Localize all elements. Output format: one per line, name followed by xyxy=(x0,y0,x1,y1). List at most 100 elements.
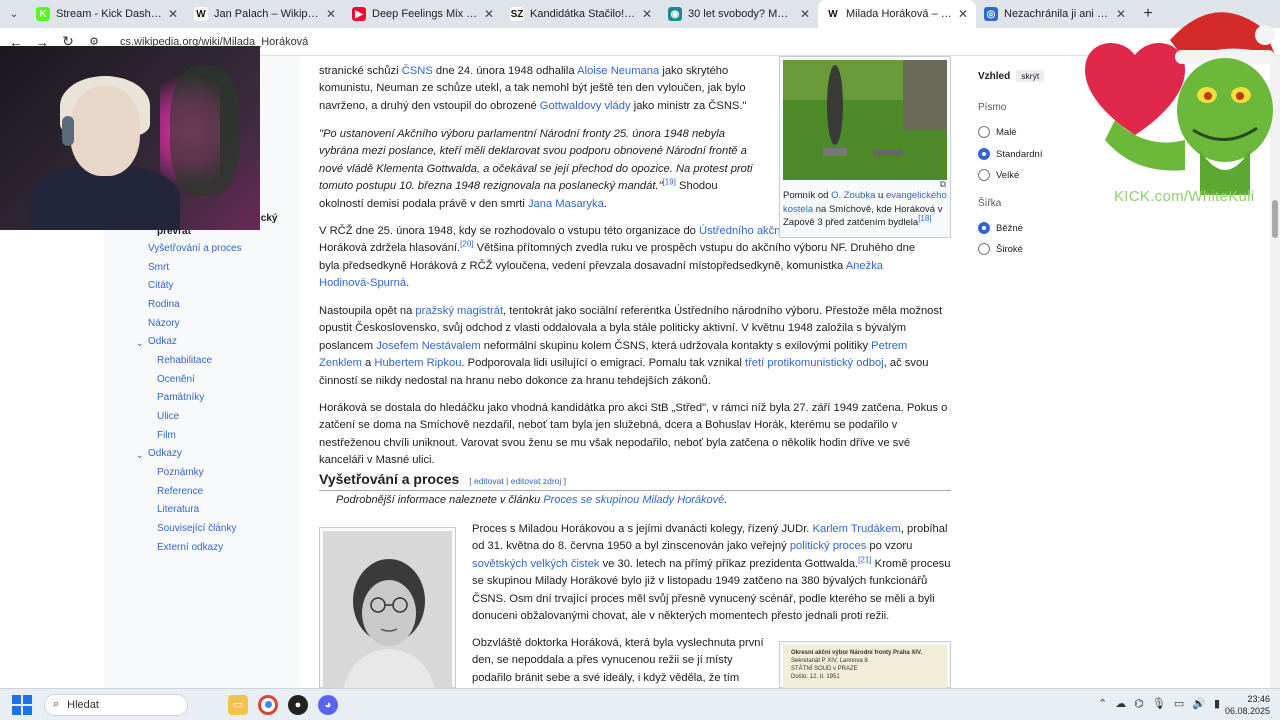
reference-link[interactable]: [21] xyxy=(858,555,871,564)
link[interactable]: třetí protikomunistický odboj xyxy=(745,357,884,369)
browser-tab[interactable]: SZ Kandidátka Stačilo! historický ✕ xyxy=(502,0,660,28)
toc-item[interactable]: Odkazy xyxy=(148,448,182,459)
volume-icon[interactable]: 🔊 xyxy=(1192,697,1206,710)
search-icon: ⌕ xyxy=(53,698,60,710)
battery-icon[interactable]: ▮ xyxy=(1214,697,1220,710)
toc-item[interactable]: Ulice xyxy=(157,411,179,422)
radio-button[interactable] xyxy=(978,148,990,160)
edit-link[interactable]: editovat xyxy=(474,476,504,486)
browser-tab[interactable]: ◉ 30 let svobody? Máme na víc? ✕ xyxy=(660,0,818,28)
link[interactable]: Hubertem Ripkou xyxy=(374,357,461,369)
toc-item[interactable]: Externí odkazy xyxy=(157,542,223,553)
monument-thumbnail[interactable]: Pomník od O. Zoubka u evangelického kost… xyxy=(779,56,951,238)
link[interactable]: Josefem Nestávalem xyxy=(376,340,480,352)
width-option[interactable]: Běžné xyxy=(978,222,1023,234)
font-size-option[interactable]: Malé xyxy=(978,126,1017,138)
chevron-down-icon[interactable]: ⌄ xyxy=(136,450,144,461)
radio-button[interactable] xyxy=(978,169,990,181)
close-tab-icon[interactable]: ✕ xyxy=(168,7,178,21)
obs-icon[interactable]: ● xyxy=(288,694,308,715)
radio-button[interactable] xyxy=(978,222,990,234)
monitor-icon[interactable]: ▭ xyxy=(1174,697,1184,710)
discord-icon[interactable]: ◕ xyxy=(318,694,338,715)
site-icon: ◉ xyxy=(668,7,682,21)
radio-button[interactable] xyxy=(978,243,990,255)
close-tab-icon[interactable]: ✕ xyxy=(800,7,810,21)
document-thumbnail[interactable]: Okresní akční výbor Národní fronty Praha… xyxy=(779,641,951,689)
hide-button[interactable]: skrýt xyxy=(1016,70,1045,82)
reference-link[interactable]: [19] xyxy=(663,177,676,186)
toc-item[interactable]: Památníky xyxy=(157,392,204,403)
toc-item[interactable]: Smrt xyxy=(148,262,169,273)
reference-link[interactable]: [20] xyxy=(460,240,473,249)
toc-item[interactable]: Související články xyxy=(157,523,236,534)
microphone-icon[interactable]: 🎙 xyxy=(1152,697,1166,710)
font-size-option[interactable]: Standardní xyxy=(978,148,1042,160)
toc-item[interactable]: Citáty xyxy=(148,280,174,291)
link[interactable]: ČSNS xyxy=(402,65,433,77)
close-tab-icon[interactable]: ✕ xyxy=(958,7,968,21)
toc-item[interactable]: Poznámky xyxy=(157,467,204,478)
toc-item[interactable]: Ocenění xyxy=(157,374,195,385)
width-label: Šířka xyxy=(978,198,1002,209)
browser-tab[interactable]: ▶ Deep Feelings Mix [2025] – ✕ xyxy=(344,0,502,28)
monument-photo xyxy=(783,60,947,180)
document-image: Okresní akční výbor Národní fronty Praha… xyxy=(783,645,947,689)
link[interactable]: politický proces xyxy=(790,540,866,552)
kick-url-overlay: KICK.com/WhiteKuli xyxy=(1114,188,1255,205)
hatnote: Podrobnější informace naleznete v článku… xyxy=(336,494,728,506)
close-tab-icon[interactable]: ✕ xyxy=(484,7,494,21)
link[interactable]: sovětských velkých čistek xyxy=(472,558,599,570)
toc-item[interactable]: Film xyxy=(157,430,176,441)
browser-tab[interactable]: W Jan Palach – Wikipedie ✕ xyxy=(186,0,344,28)
link[interactable]: Aloise Neumana xyxy=(577,65,659,77)
link[interactable]: pražský magistrát xyxy=(415,305,503,317)
chevron-up-icon[interactable]: ⌃ xyxy=(1098,697,1107,710)
toc-item[interactable]: Literatura xyxy=(157,504,199,515)
tab-search-chevron-icon[interactable]: ⌄ xyxy=(0,0,28,28)
paragraph: "Po ustanovení Akčního výboru parlamentn… xyxy=(319,128,753,210)
toc-item[interactable]: Názory xyxy=(148,318,180,329)
system-clock[interactable]: 23:46 06.08.2025 xyxy=(1225,693,1270,717)
paragraph: Horáková se dostala do hledáčku jako vho… xyxy=(319,402,948,467)
font-size-label: Písmo xyxy=(978,102,1007,113)
cloud-icon[interactable]: ☁ xyxy=(1115,697,1126,710)
radio-button[interactable] xyxy=(978,126,990,138)
edit-source-link[interactable]: editovat zdroj xyxy=(511,476,562,486)
browser-tab[interactable]: K Stream - Kick Dashboard ✕ xyxy=(28,0,186,28)
taskbar-search[interactable]: ⌕ Hledat xyxy=(44,693,188,716)
tab-title: Kandidátka Stačilo! historický xyxy=(530,8,636,20)
toc-item[interactable]: Vyšetřování a proces xyxy=(148,243,242,254)
link[interactable]: Jana Masaryka xyxy=(528,198,604,210)
file-explorer-icon[interactable]: ▭ xyxy=(228,694,248,715)
main-article-link[interactable]: Proces se skupinou Milady Horákové xyxy=(543,494,724,506)
toc-item[interactable]: Reference xyxy=(157,486,203,497)
browser-tab[interactable]: W Milada Horáková – Wikipedie ✕ xyxy=(818,0,976,28)
site-icon: ◎ xyxy=(984,7,998,21)
tab-title: Jan Palach – Wikipedie xyxy=(214,8,320,20)
network-icon[interactable]: ⌬ xyxy=(1134,697,1144,710)
link[interactable]: Gottwaldovy vlády xyxy=(540,100,631,112)
toc-item[interactable]: ický xyxy=(258,213,277,224)
red-link[interactable]: Karlem Trudákem xyxy=(813,523,901,535)
chrome-icon[interactable] xyxy=(258,694,278,715)
reference-link[interactable]: [18] xyxy=(918,214,931,223)
section-heading: Vyšetřování a proces [ editovat | editov… xyxy=(319,471,567,487)
close-tab-icon[interactable]: ✕ xyxy=(642,7,652,21)
link[interactable]: O. Zoubka xyxy=(831,190,875,201)
close-tab-icon[interactable]: ✕ xyxy=(326,7,336,21)
font-size-option[interactable]: Velké xyxy=(978,169,1019,181)
edit-links: [ editovat | editovat zdroj ] xyxy=(469,476,567,486)
toc-item[interactable]: Odkaz xyxy=(148,336,177,347)
paragraph: stranické schůzi ČSNS dne 24. února 1948… xyxy=(319,65,747,112)
portrait-thumbnail[interactable] xyxy=(319,527,456,689)
toc-item[interactable]: Rodina xyxy=(148,299,180,310)
tab-title: Milada Horáková – Wikipedie xyxy=(846,8,952,20)
windows-start-icon[interactable] xyxy=(12,694,32,715)
tab-title: Stream - Kick Dashboard xyxy=(56,8,162,20)
enlarge-icon[interactable]: ⧉ xyxy=(940,179,946,190)
scrollbar-thumb[interactable] xyxy=(1272,200,1278,238)
chevron-down-icon[interactable]: ⌄ xyxy=(136,338,144,349)
width-option[interactable]: Široké xyxy=(978,243,1023,255)
toc-item[interactable]: Rehabilitace xyxy=(157,355,212,366)
